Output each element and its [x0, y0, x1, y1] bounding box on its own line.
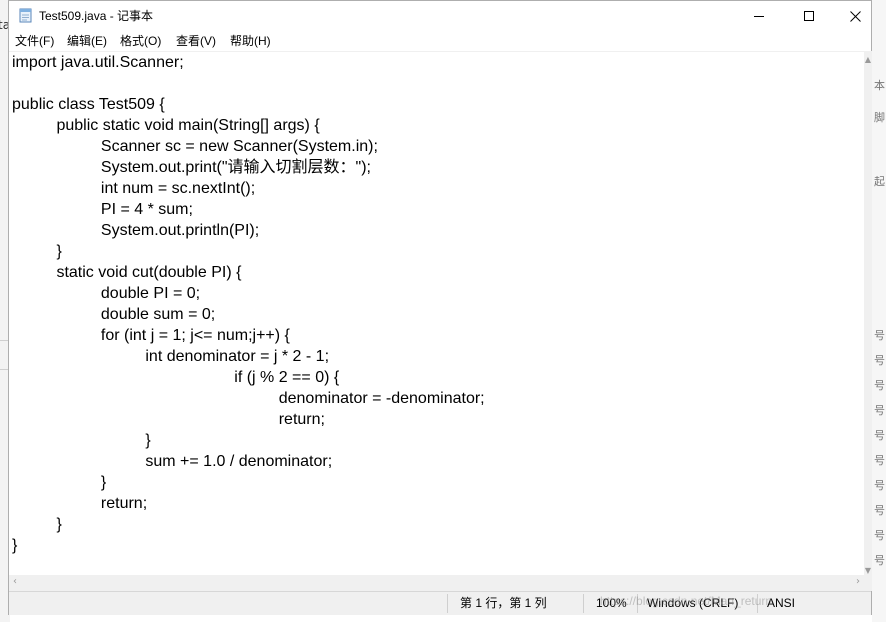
minimize-icon [754, 16, 764, 17]
maximize-icon [804, 11, 814, 21]
code-line: public class Test509 { [12, 96, 165, 113]
line-ending: Windows (CRLF) [647, 596, 739, 610]
menu-help[interactable]: 帮助(H) [230, 31, 271, 51]
status-divider [447, 594, 448, 613]
background-right-text: 号 [874, 429, 885, 442]
menu-bar: 文件(F) 编辑(E) 格式(O) 查看(V) 帮助(H) [9, 31, 871, 51]
code-line: for (int j = 1; j<= num;j++) { [12, 327, 290, 344]
zoom-level: 100% [596, 596, 627, 610]
scroll-left-icon[interactable]: ‹ [13, 576, 17, 587]
code-line: if (j % 2 == 0) { [12, 369, 340, 386]
code-line: System.out.println(PI); [12, 222, 260, 239]
encoding: ANSI [767, 596, 796, 610]
code-line: return; [12, 411, 325, 428]
code-line: } [12, 516, 62, 533]
code-line: int denominator = j * 2 - 1; [12, 348, 330, 365]
status-divider [757, 594, 758, 613]
background-right-text: 号 [874, 379, 885, 392]
horizontal-scrollbar[interactable]: ‹ › [9, 575, 864, 591]
notepad-icon [19, 8, 32, 23]
code-line: } [12, 432, 151, 449]
background-right-text: 本 [874, 79, 885, 92]
scroll-up-icon[interactable]: ▲ [864, 55, 872, 64]
maximize-button[interactable] [786, 1, 832, 31]
editor-content[interactable]: import java.util.Scanner; public class Te… [12, 52, 485, 556]
notepad-window: Test509.java - 记事本 文件(F) 编辑(E) 格式(O) 查看(… [8, 0, 872, 615]
scroll-right-icon[interactable]: › [856, 576, 860, 587]
close-icon [849, 10, 861, 22]
code-line: } [12, 474, 107, 491]
background-right-text: 号 [874, 354, 885, 367]
code-line: int num = sc.nextInt(); [12, 180, 256, 197]
scrollbar-corner [864, 575, 872, 591]
menu-view[interactable]: 查看(V) [176, 31, 216, 51]
code-line: import java.util.Scanner; [12, 54, 184, 71]
status-divider [583, 594, 584, 613]
minimize-button[interactable] [736, 1, 782, 31]
background-right-text: 号 [874, 529, 885, 542]
background-right-text: 号 [874, 404, 885, 417]
status-divider [637, 594, 638, 613]
status-bar: 第 1 行，第 1 列 100% Windows (CRLF) ANSI [9, 591, 871, 615]
scroll-down-icon[interactable]: ▼ [864, 566, 872, 575]
code-line: System.out.print("请输入切割层数："); [12, 159, 371, 176]
code-line: denominator = -denominator; [12, 390, 485, 407]
cursor-position: 第 1 行，第 1 列 [460, 596, 547, 610]
background-right-text: 号 [874, 479, 885, 492]
background-right-text: 号 [874, 504, 885, 517]
menu-format[interactable]: 格式(O) [120, 31, 161, 51]
background-right-text: 脚 [874, 111, 885, 124]
menu-file[interactable]: 文件(F) [15, 31, 54, 51]
background-right-text: 起 [874, 175, 885, 188]
background-right-text: 号 [874, 454, 885, 467]
window-title: Test509.java - 记事本 [39, 9, 154, 23]
code-line: double PI = 0; [12, 285, 201, 302]
code-line: double sum = 0; [12, 306, 216, 323]
code-line: } [12, 537, 18, 554]
code-line: sum += 1.0 / denominator; [12, 453, 333, 470]
text-editor[interactable]: import java.util.Scanner; public class Te… [9, 51, 864, 576]
code-line: static void cut(double PI) { [12, 264, 242, 281]
title-bar[interactable]: Test509.java - 记事本 [9, 1, 871, 31]
menu-edit[interactable]: 编辑(E) [67, 31, 107, 51]
code-line: Scanner sc = new Scanner(System.in); [12, 138, 378, 155]
code-line: PI = 4 * sum; [12, 201, 193, 218]
code-line: } [12, 243, 62, 260]
code-line: return; [12, 495, 148, 512]
code-line: public static void main(String[] args) { [12, 117, 320, 134]
background-right-text: 号 [874, 329, 885, 342]
vertical-scrollbar[interactable]: ▲ ▼ [864, 51, 872, 575]
close-button[interactable] [832, 1, 878, 31]
background-right-text: 号 [874, 554, 885, 567]
background-window-right: 本脚起号号号号号号号号号号 [872, 0, 886, 622]
